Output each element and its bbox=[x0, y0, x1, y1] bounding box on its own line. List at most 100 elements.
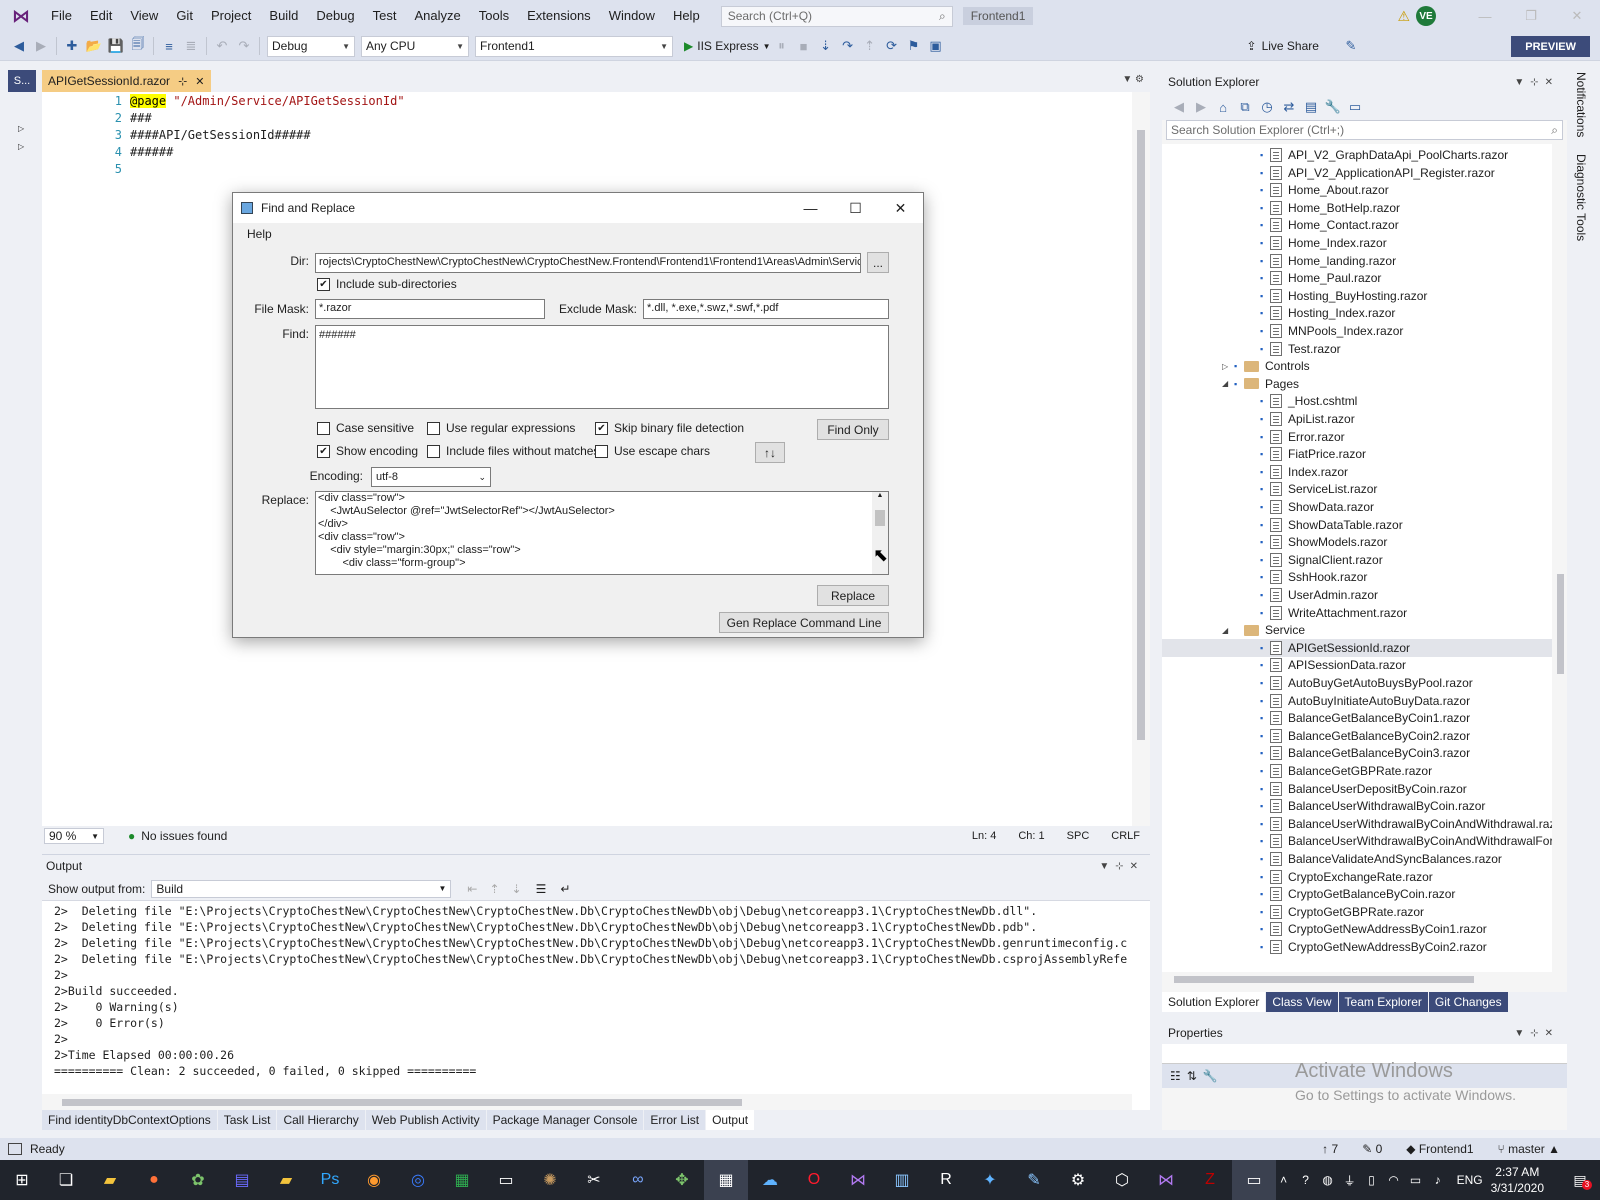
restore-button[interactable]: ❐ bbox=[1508, 0, 1554, 32]
next-message-icon[interactable]: ⇣ bbox=[512, 882, 522, 896]
close-button[interactable]: ✕ bbox=[1554, 0, 1600, 32]
volume-icon[interactable]: ♪ bbox=[1427, 1173, 1449, 1187]
tree-file-item[interactable]: ▪ BalanceValidateAndSyncBalances.razor bbox=[1162, 850, 1502, 868]
server-explorer-tab[interactable]: S... bbox=[8, 70, 36, 92]
windows-start-icon[interactable]: ⊞ bbox=[0, 1160, 44, 1200]
undo-icon[interactable]: ↶ bbox=[212, 36, 232, 56]
sync-icon[interactable]: ⇄ bbox=[1279, 97, 1299, 117]
skip-binary-checkbox[interactable]: ✔ Skip binary file detection bbox=[595, 421, 744, 435]
new-project-icon[interactable]: ✚ bbox=[62, 36, 82, 56]
configuration-select[interactable]: Debug ▼ bbox=[267, 35, 355, 57]
tools-icon[interactable]: ✂ bbox=[572, 1160, 616, 1200]
warning-icon[interactable]: ⚠ bbox=[1397, 8, 1410, 25]
notes-icon[interactable]: ✎ bbox=[1012, 1160, 1056, 1200]
cloud-icon[interactable]: ☁ bbox=[748, 1160, 792, 1200]
gimp-icon[interactable]: ✺ bbox=[528, 1160, 572, 1200]
tree-file-item[interactable]: ▪ BalanceUserWithdrawalByCoinAndWithdrawa… bbox=[1162, 815, 1552, 833]
tree-file-item[interactable]: ▪ BalanceUserDepositByCoin.razor bbox=[1162, 780, 1467, 798]
pin-icon[interactable]: ⊹ bbox=[178, 75, 187, 88]
window-icon[interactable]: ▭ bbox=[1232, 1160, 1276, 1200]
scroll-up-icon[interactable]: ▲ bbox=[872, 492, 888, 499]
tree-file-item[interactable]: ▪ ServiceList.razor bbox=[1162, 480, 1377, 498]
menu-item-git[interactable]: Git bbox=[167, 0, 202, 32]
whitespace-mode[interactable]: SPC bbox=[1067, 830, 1090, 842]
tree-file-item[interactable]: ▪ Hosting_BuyHosting.razor bbox=[1162, 287, 1427, 305]
tree-folder-item[interactable]: ▷ ▪ Controls bbox=[1162, 357, 1310, 375]
screenshot-icon[interactable]: ▣ bbox=[926, 36, 946, 56]
pending-changes[interactable]: ✎ 0 bbox=[1362, 1142, 1382, 1156]
tree-file-item[interactable]: ▪ BalanceGetBalanceByCoin3.razor bbox=[1162, 744, 1470, 762]
swap-button[interactable]: ↑↓ bbox=[755, 442, 785, 463]
browse-button[interactable]: ... bbox=[867, 252, 889, 273]
tree-file-item[interactable]: ▪ SignalClient.razor bbox=[1162, 551, 1383, 569]
excel-icon[interactable]: ▦ bbox=[440, 1160, 484, 1200]
window-controls-icon[interactable]: ▼⊹✕ bbox=[1099, 861, 1144, 872]
bottom-tab[interactable]: Package Manager Console bbox=[486, 1110, 644, 1130]
platform-select[interactable]: Any CPU ▼ bbox=[361, 35, 469, 57]
tree-file-item[interactable]: ▪ AutoBuyInitiateAutoBuyData.razor bbox=[1162, 692, 1470, 710]
show-all-files-icon[interactable]: ▤ bbox=[1301, 97, 1321, 117]
tree-file-item[interactable]: ▪ BalanceGetBalanceByCoin1.razor bbox=[1162, 709, 1470, 727]
tree-file-item[interactable]: ▪ CryptoGetBalanceByCoin.razor bbox=[1162, 885, 1455, 903]
file-explorer-icon[interactable]: ▰ bbox=[88, 1160, 132, 1200]
collapse-arrow-icon[interactable]: ▷ bbox=[18, 124, 24, 133]
tree-folder-item[interactable]: ◢ ▪ Pages bbox=[1162, 375, 1299, 393]
tree-file-item[interactable]: ▪ Hosting_Index.razor bbox=[1162, 304, 1395, 322]
step-into-icon[interactable]: ⇣ bbox=[816, 36, 836, 56]
firefox-icon[interactable]: ● bbox=[132, 1160, 176, 1200]
folder-icon[interactable]: ▰ bbox=[264, 1160, 308, 1200]
window-controls-icon[interactable]: ▼⊹✕ bbox=[1514, 1028, 1559, 1039]
tree-file-item[interactable]: ▪ Index.razor bbox=[1162, 463, 1348, 481]
paint-icon[interactable]: ✿ bbox=[176, 1160, 220, 1200]
issues-indicator[interactable]: ● No issues found bbox=[128, 829, 227, 843]
code-line[interactable]: @page "/Admin/Service/APIGetSessionId" bbox=[130, 94, 405, 108]
monitor-icon[interactable]: ▭ bbox=[1405, 1173, 1427, 1187]
tree-file-item[interactable]: ▪ Test.razor bbox=[1162, 340, 1341, 358]
line-ending-mode[interactable]: CRLF bbox=[1111, 830, 1140, 842]
dialog-close-button[interactable]: ✕ bbox=[878, 193, 923, 223]
filezilla-icon[interactable]: Z bbox=[1188, 1160, 1232, 1200]
battery-icon[interactable]: ▯ bbox=[1361, 1173, 1383, 1187]
tree-file-item[interactable]: ▪ CryptoGetNewAddressByCoin2.razor bbox=[1162, 938, 1487, 956]
refresh-icon[interactable]: ⟳ bbox=[882, 36, 902, 56]
menu-item-help[interactable]: Help bbox=[664, 0, 709, 32]
bottom-tab[interactable]: Web Publish Activity bbox=[365, 1110, 486, 1130]
editor-document-tab[interactable]: APIGetSessionId.razor ⊹ ✕ bbox=[42, 70, 211, 92]
tree-file-item[interactable]: ▪ CryptoGetNewAddressByCoin1.razor bbox=[1162, 920, 1487, 938]
clear-all-icon[interactable]: ☰ bbox=[536, 882, 547, 896]
switch-views-icon[interactable]: ⧉ bbox=[1235, 97, 1255, 117]
tree-file-item[interactable]: ▪ ShowData.razor bbox=[1162, 498, 1374, 516]
tree-file-item[interactable]: ▪ Home_About.razor bbox=[1162, 181, 1389, 199]
tree-file-item[interactable]: ▪ ShowModels.razor bbox=[1162, 533, 1387, 551]
notifications-tab[interactable]: Notifications bbox=[1574, 72, 1588, 137]
solution-panel-tab[interactable]: Solution Explorer bbox=[1162, 992, 1266, 1012]
r-icon[interactable]: R bbox=[924, 1160, 968, 1200]
categorized-icon[interactable]: ☷ bbox=[1170, 1069, 1181, 1083]
back-icon[interactable]: ◀ bbox=[1169, 97, 1189, 117]
gear-icon[interactable]: ⚙ bbox=[1056, 1160, 1100, 1200]
tree-file-item[interactable]: ▪ ShowDataTable.razor bbox=[1162, 516, 1403, 534]
tree-file-item[interactable]: ▪ API_V2_ApplicationAPI_Register.razor bbox=[1162, 164, 1495, 182]
tab-overflow-icon[interactable]: ▼ ⚙ bbox=[1122, 74, 1144, 85]
menu-item-extensions[interactable]: Extensions bbox=[518, 0, 600, 32]
action-center-icon[interactable]: ▤ 3 bbox=[1560, 1172, 1600, 1190]
tree-file-item[interactable]: ▪ ApiList.razor bbox=[1162, 410, 1355, 428]
menu-item-tools[interactable]: Tools bbox=[470, 0, 518, 32]
tree-file-item[interactable]: ▪ CryptoGetGBPRate.razor bbox=[1162, 903, 1424, 921]
collapse-arrow-icon[interactable]: ▷ bbox=[18, 142, 24, 151]
include-subdirectories-checkbox[interactable]: ✔ Include sub-directories bbox=[317, 277, 457, 291]
dialog-maximize-button[interactable]: ☐ bbox=[833, 193, 878, 223]
solution-search-input[interactable]: Search Solution Explorer (Ctrl+;) ⌕ bbox=[1166, 120, 1563, 140]
tree-file-item[interactable]: ▪ APISessionData.razor bbox=[1162, 656, 1406, 674]
exclude-mask-input[interactable]: *.dll, *.exe,*.swz,*.swf,*.pdf bbox=[643, 299, 889, 319]
properties-object-select[interactable] bbox=[1162, 1044, 1567, 1064]
browser-link-icon[interactable]: ⚑ bbox=[904, 36, 924, 56]
menu-item-project[interactable]: Project bbox=[202, 0, 260, 32]
menu-item-file[interactable]: File bbox=[42, 0, 81, 32]
dialog-minimize-button[interactable]: — bbox=[788, 193, 833, 223]
find-message-icon[interactable]: ⇤ bbox=[467, 882, 477, 896]
output-source-select[interactable]: Build ▼ bbox=[151, 879, 452, 898]
step-over-icon[interactable]: ↷ bbox=[838, 36, 858, 56]
preview-badge[interactable]: PREVIEW bbox=[1511, 36, 1590, 57]
replace-button[interactable]: Replace bbox=[817, 585, 889, 606]
